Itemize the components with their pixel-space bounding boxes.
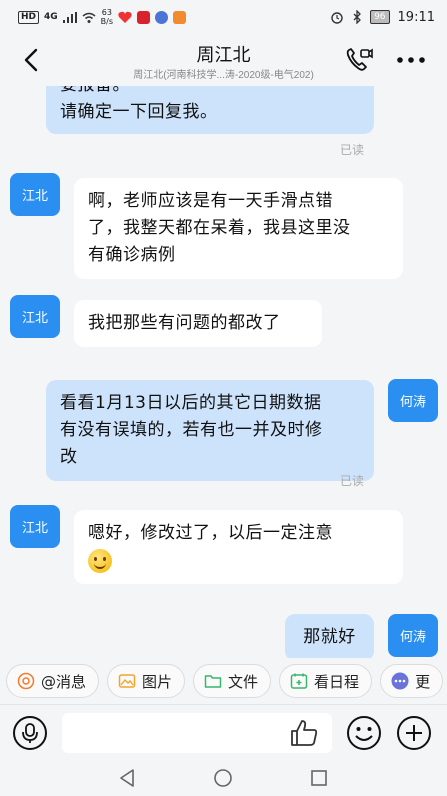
message-bubble-outgoing[interactable]: 看看1月13日以后的其它日期数据 有没有误填的，若有也一并及时修 改: [46, 380, 374, 481]
avatar[interactable]: 何涛: [388, 379, 438, 422]
speed-unit: B/s: [100, 17, 114, 26]
message-bubble-outgoing[interactable]: 那就好: [285, 614, 374, 658]
message-line: 有确诊病例: [88, 245, 176, 265]
signal-label: 4G: [44, 12, 58, 22]
clock: 19:11: [397, 9, 435, 25]
video-call-icon[interactable]: [344, 46, 374, 74]
health-heart-icon: [118, 11, 132, 23]
message-line: 委报备。: [60, 86, 360, 99]
thumbs-up-icon[interactable]: [288, 717, 320, 749]
image-icon: [118, 674, 136, 688]
quick-actions-bar: @消息 图片 文件 看日程 更: [0, 658, 447, 704]
message-line: 了，我整天都在呆着，我县这里没: [88, 218, 351, 238]
read-receipt: 已读: [340, 474, 365, 488]
system-nav-bar: [0, 760, 447, 796]
status-right: 96 19:11: [330, 10, 435, 25]
chat-title: 周江北: [196, 45, 251, 66]
voice-icon[interactable]: [12, 715, 48, 751]
message-line: 有没有误填的，若有也一并及时修: [60, 420, 323, 440]
more-chip[interactable]: 更: [380, 664, 444, 698]
nav-home-icon[interactable]: [213, 768, 233, 788]
schedule-chip[interactable]: 看日程: [279, 664, 373, 698]
input-bar: [0, 704, 447, 760]
network-speed: 63 B/s: [101, 8, 113, 26]
folder-icon: [204, 675, 222, 688]
chip-label: 更: [415, 672, 431, 691]
status-left: HD 4G 63 B/s: [18, 8, 187, 26]
message-line: 看看1月13日以后的其它日期数据: [60, 393, 322, 413]
mention-chip[interactable]: @消息: [6, 664, 100, 698]
message-bubble-outgoing[interactable]: 委报备。 请确定一下回复我。: [46, 86, 374, 134]
message-bubble-incoming[interactable]: 啊，老师应该是有一天手滑点错 了，我整天都在呆着，我县这里没 有确诊病例: [74, 178, 403, 279]
plus-icon[interactable]: [396, 715, 432, 751]
chat-header: 周江北 周江北(河南科技学...涛-2020级-电气202): [0, 34, 447, 86]
nav-recent-icon[interactable]: [309, 768, 329, 788]
calendar-icon: [290, 673, 308, 689]
more-dots-icon[interactable]: [393, 46, 429, 74]
status-bar: HD 4G 63 B/s 96 19:11: [0, 0, 447, 34]
chat-subtitle: 周江北(河南科技学...涛-2020级-电气202): [133, 70, 314, 81]
alarm-icon: [331, 12, 343, 24]
signal-bars-icon: [62, 11, 77, 23]
message-bubble-incoming[interactable]: 我把那些有问题的都改了: [74, 300, 322, 347]
avatar[interactable]: 江北: [10, 173, 60, 216]
image-chip[interactable]: 图片: [107, 664, 186, 698]
message-line: 嗯好，修改过了，以后一定注意: [88, 523, 333, 543]
message-line: 我把那些有问题的都改了: [88, 313, 281, 333]
read-receipt: 已读: [340, 143, 365, 157]
chip-label: 文件: [228, 672, 259, 691]
file-chip[interactable]: 文件: [193, 664, 272, 698]
smile-emoji-icon: [88, 549, 112, 573]
message-line: 请确定一下回复我。: [60, 102, 218, 122]
message-line: 改: [60, 447, 78, 467]
message-line: 那就好: [303, 627, 356, 647]
mail-app-icon: [173, 10, 187, 24]
more-circle-icon: [391, 672, 409, 690]
music-app-icon: [155, 10, 169, 24]
chip-label: 图片: [142, 672, 173, 691]
message-list[interactable]: 委报备。 请确定一下回复我。 已读 江北 啊，老师应该是有一天手滑点错 了，我整…: [0, 86, 447, 658]
chip-label: 看日程: [314, 672, 360, 691]
hd-badge: HD: [18, 10, 40, 24]
wifi-icon: [82, 12, 96, 23]
chip-label: @消息: [41, 672, 87, 691]
bluetooth-icon: [353, 10, 361, 24]
speed-value: 63: [101, 8, 112, 17]
message-line: 啊，老师应该是有一天手滑点错: [88, 191, 333, 211]
battery-level: 96: [370, 10, 390, 24]
avatar[interactable]: 江北: [10, 505, 60, 548]
nav-back-icon[interactable]: [118, 768, 138, 788]
app-notification-icon: [137, 10, 151, 24]
message-bubble-incoming[interactable]: 嗯好，修改过了，以后一定注意: [74, 510, 403, 584]
avatar[interactable]: 江北: [10, 295, 60, 338]
emoji-icon[interactable]: [346, 715, 382, 751]
avatar[interactable]: 何涛: [388, 614, 438, 657]
at-icon: [17, 672, 35, 690]
